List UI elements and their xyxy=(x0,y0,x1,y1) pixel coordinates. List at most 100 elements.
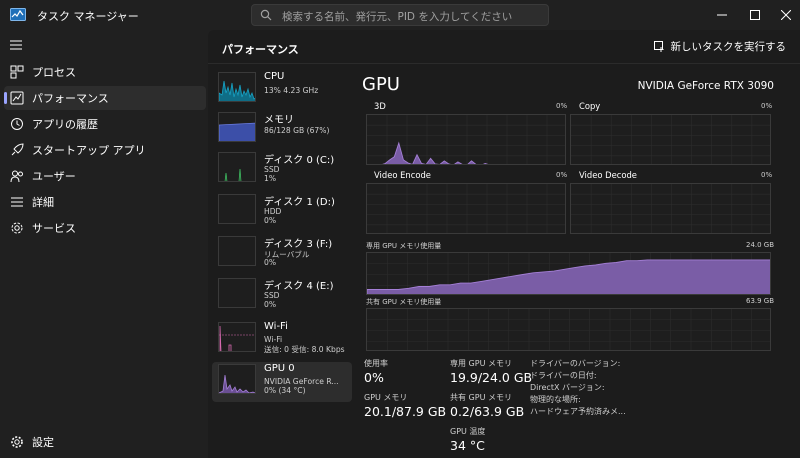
search-icon xyxy=(260,9,272,21)
users-icon xyxy=(10,170,23,183)
engine-3d-percent: 0% xyxy=(556,102,568,110)
device-memory[interactable]: メモリ 86/128 GB (67%) xyxy=(212,110,352,150)
performance-icon xyxy=(10,91,24,105)
sidebar-item-label: プロセス xyxy=(32,66,76,79)
run-task-label: 新しいタスクを実行する xyxy=(670,41,787,53)
device-usage: 1% xyxy=(264,174,277,183)
engine-copy-label: Copy xyxy=(579,101,601,111)
sidebar-item-details[interactable]: 詳細 xyxy=(4,190,206,214)
gpu-thumbnail xyxy=(218,364,256,394)
dedicated-memory-graph-label: 専用 GPU メモリ使用量 xyxy=(366,242,442,250)
sidebar-item-startup-apps[interactable]: スタートアップ アプリ xyxy=(4,138,206,162)
shared-memory-label: 共有 GPU メモリ xyxy=(450,393,512,402)
device-detail: HDD xyxy=(264,207,282,216)
device-name: ディスク 0 (C:) xyxy=(264,155,335,166)
engine-copy-chart xyxy=(571,115,771,166)
gear-icon xyxy=(11,436,23,448)
memory-mini-graph xyxy=(219,122,255,141)
sidebar-item-label: ユーザー xyxy=(32,170,76,183)
device-usage: 0% xyxy=(264,216,277,225)
engine-copy-graph xyxy=(570,114,771,165)
engine-video-encode-label: Video Encode xyxy=(374,170,431,180)
engine-3d-series xyxy=(382,141,489,164)
physical-location-label: 物理的な場所: xyxy=(530,395,581,404)
sidebar-item-users[interactable]: ユーザー xyxy=(4,164,206,188)
device-detail: NVIDIA GeForce R... xyxy=(264,377,339,386)
device-usage: 0% xyxy=(264,300,277,309)
shared-memory-chart xyxy=(367,309,770,350)
sidebar-item-app-history[interactable]: アプリの履歴 xyxy=(4,112,206,136)
run-task-icon xyxy=(653,41,663,52)
device-usage: 0% xyxy=(264,258,277,267)
device-name: ディスク 3 (F:) xyxy=(264,239,333,250)
device-gpu-0[interactable]: GPU 0 NVIDIA GeForce R... 0% (34 °C) xyxy=(212,362,352,402)
sidebar-item-services[interactable]: サービス xyxy=(4,216,206,240)
device-wifi[interactable]: Wi-Fi Wi-Fi 送信: 0 受信: 8.0 Kbps xyxy=(212,320,352,360)
engine-video-encode-percent: 0% xyxy=(556,171,568,179)
shared-memory-graph xyxy=(366,308,771,351)
run-new-task-button[interactable]: 新しいタスクを実行する xyxy=(653,39,787,54)
gpu-title: GPU xyxy=(362,74,400,95)
shared-memory-graph-label: 共有 GPU メモリ使用量 xyxy=(366,298,442,306)
shared-memory-max: 63.9 GB xyxy=(746,297,775,305)
engine-video-decode-graph xyxy=(570,183,771,234)
dedicated-memory-chart xyxy=(367,253,770,294)
driver-version-label: ドライバーのバージョン: xyxy=(530,359,621,368)
search-input[interactable]: 検索する名前、発行元、PID を入力してください xyxy=(251,4,549,26)
wifi-mini-graph xyxy=(219,325,255,351)
device-disk-0[interactable]: ディスク 0 (C:) SSD 1% xyxy=(212,150,352,190)
utilization-label: 使用率 xyxy=(364,359,388,368)
title-bar: タスク マネージャー 検索する名前、発行元、PID を入力してください xyxy=(0,0,800,30)
maximize-icon xyxy=(750,10,760,20)
close-icon xyxy=(781,10,791,20)
services-icon xyxy=(11,222,23,234)
dedicated-memory-value: 19.9/24.0 GB xyxy=(450,370,533,385)
disk-1-thumbnail xyxy=(218,194,256,224)
device-name: ディスク 4 (E:) xyxy=(264,281,334,292)
sidebar-item-label: サービス xyxy=(32,222,76,235)
engine-3d-label: 3D xyxy=(374,101,386,111)
engine-copy-series xyxy=(571,165,771,166)
wifi-thumbnail xyxy=(218,322,256,352)
device-usage: 0% (34 °C) xyxy=(264,386,306,395)
device-disk-4[interactable]: ディスク 4 (E:) SSD 0% xyxy=(212,276,352,316)
gpu-temperature-value: 34 °C xyxy=(450,438,485,453)
device-disk-1[interactable]: ディスク 1 (D:) HDD 0% xyxy=(212,192,352,232)
engine-copy-percent: 0% xyxy=(761,102,773,110)
device-name: メモリ xyxy=(264,115,294,126)
sidebar-item-performance[interactable]: パフォーマンス xyxy=(4,86,206,110)
sidebar-item-processes[interactable]: プロセス xyxy=(4,60,206,84)
shared-memory-value: 0.2/63.9 GB xyxy=(450,404,525,419)
dedicated-memory-max: 24.0 GB xyxy=(746,241,775,249)
sidebar-item-label: パフォーマンス xyxy=(32,92,109,105)
cpu-thumbnail xyxy=(218,72,256,102)
disk-3-thumbnail xyxy=(218,236,256,266)
engine-video-decode-percent: 0% xyxy=(761,171,773,179)
device-cpu[interactable]: CPU 13% 4.23 GHz xyxy=(212,70,352,110)
device-detail: SSD xyxy=(264,165,280,174)
main-panel: パフォーマンス 新しいタスクを実行する CPU 13% 4.23 GHz メモリ… xyxy=(208,30,800,458)
sidebar-item-settings[interactable]: 設定 xyxy=(4,430,206,454)
hamburger-menu-icon[interactable] xyxy=(10,40,22,50)
sidebar-item-label: スタートアップ アプリ xyxy=(32,144,146,157)
minimize-icon xyxy=(717,14,727,16)
disk-0-mini-graph xyxy=(224,168,242,181)
gpu-memory-value: 20.1/87.9 GB xyxy=(364,404,447,419)
dedicated-memory-graph xyxy=(366,252,771,295)
device-name: Wi-Fi xyxy=(264,321,288,332)
gpu-model: NVIDIA GeForce RTX 3090 xyxy=(637,80,774,92)
device-detail: Wi-Fi xyxy=(264,335,283,344)
gpu-temperature-label: GPU 温度 xyxy=(450,427,486,436)
device-name: ディスク 1 (D:) xyxy=(264,197,335,208)
window-title: タスク マネージャー xyxy=(37,10,139,23)
gpu-mini-graph xyxy=(219,374,255,393)
cpu-mini-graph xyxy=(219,80,255,101)
device-detail: 13% 4.23 GHz xyxy=(264,86,319,95)
sidebar-item-label: アプリの履歴 xyxy=(32,118,98,131)
device-name: CPU xyxy=(264,71,285,82)
device-disk-3[interactable]: ディスク 3 (F:) リムーバブル 0% xyxy=(212,234,352,274)
close-button[interactable] xyxy=(766,0,800,30)
history-icon xyxy=(11,118,23,130)
page-title: パフォーマンス xyxy=(222,43,299,56)
header-divider xyxy=(208,63,800,64)
